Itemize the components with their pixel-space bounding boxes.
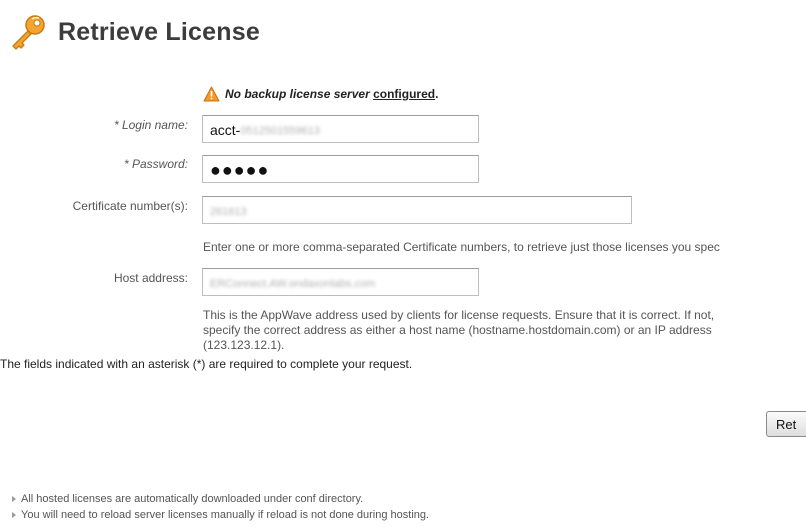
login-name-input[interactable]: acct-0512501559613 — [202, 115, 479, 143]
required-fields-note: The fields indicated with an asterisk (*… — [0, 357, 413, 371]
key-icon — [12, 15, 45, 50]
login-name-value-prefix: acct- — [210, 122, 241, 138]
note-text: You will need to reload server licenses … — [21, 509, 430, 521]
configure-backup-link[interactable]: configured — [373, 87, 435, 101]
warning-text: No backup license server — [225, 87, 370, 101]
warning-period: . — [435, 87, 439, 101]
note-text: All hosted licenses are automatically do… — [21, 493, 364, 505]
certificate-numbers-input[interactable]: 261613 — [202, 196, 632, 224]
certificate-numbers-help: Enter one or more comma-separated Certif… — [203, 240, 720, 254]
host-address-help-line: specify the correct address as either a … — [203, 323, 712, 337]
certificate-numbers-value-obscured: 261613 — [210, 206, 247, 219]
page-header: Retrieve License — [8, 12, 260, 52]
login-name-value-obscured: 0512501559613 — [240, 125, 320, 138]
host-address-help-line: (123.123.12.1). — [203, 338, 285, 352]
backup-server-warning: No backup license server configured. — [203, 85, 438, 103]
password-value: ●●●●● — [210, 160, 270, 180]
host-address-value-obscured: ERConnect.AW.ondaxonlabs.com — [210, 278, 376, 291]
page-title: Retrieve License — [58, 17, 260, 46]
retrieve-button[interactable]: Ret — [766, 411, 806, 437]
login-name-label: * Login name: — [113, 118, 188, 132]
warning-icon — [203, 86, 220, 102]
host-address-label: Host address: — [113, 271, 188, 285]
retrieve-license-page: Retrieve License No backup license serve… — [0, 0, 806, 527]
notes-list: All hosted licenses are automatically do… — [12, 491, 429, 523]
host-address-input[interactable]: ERConnect.AW.ondaxonlabs.com — [202, 268, 479, 296]
password-label: * Password: — [123, 157, 188, 171]
password-input[interactable]: ●●●●● — [202, 155, 479, 183]
certificate-numbers-label: Certificate number(s): — [72, 199, 188, 213]
list-item: All hosted licenses are automatically do… — [12, 491, 429, 507]
host-address-help: This is the AppWave address used by clie… — [203, 308, 714, 353]
bullet-arrow-icon — [12, 496, 16, 502]
bullet-arrow-icon — [12, 512, 16, 518]
host-address-help-line: This is the AppWave address used by clie… — [203, 308, 715, 322]
list-item: You will need to reload server licenses … — [12, 507, 429, 523]
